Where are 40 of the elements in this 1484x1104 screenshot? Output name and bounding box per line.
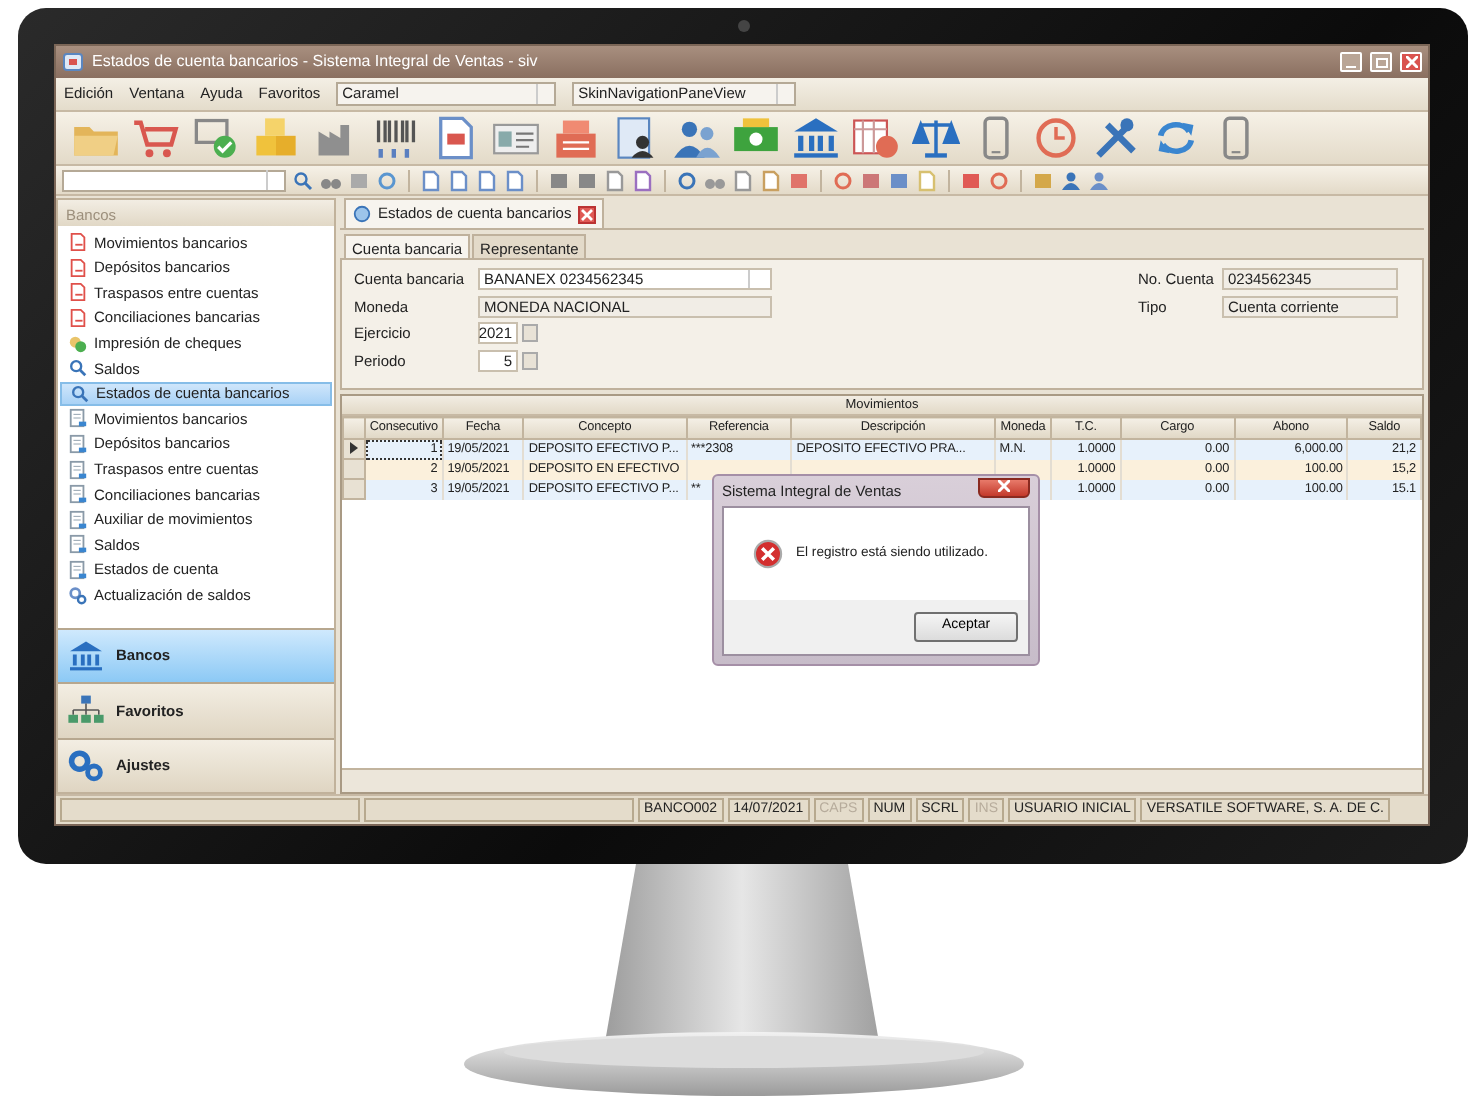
hierarchy-icon bbox=[68, 694, 104, 727]
row-pointer-icon bbox=[350, 441, 359, 454]
report-icon bbox=[68, 408, 88, 429]
report-icon bbox=[68, 509, 88, 530]
user-key-icon[interactable] bbox=[1088, 169, 1110, 191]
document-icon bbox=[68, 282, 88, 303]
maximize-button[interactable] bbox=[1370, 52, 1392, 72]
document-icon bbox=[68, 257, 88, 278]
calendar-clock-icon[interactable] bbox=[852, 116, 900, 160]
people-icon[interactable] bbox=[672, 116, 720, 160]
report-icon bbox=[68, 534, 88, 555]
bank-icon bbox=[68, 639, 104, 672]
scales-icon[interactable] bbox=[912, 116, 960, 160]
globe-icon bbox=[352, 204, 372, 224]
app-icon bbox=[62, 52, 84, 72]
report-icon bbox=[68, 560, 88, 581]
tools-icon[interactable] bbox=[1092, 116, 1140, 160]
search-icon bbox=[68, 358, 88, 379]
window-title: Estados de cuenta bancarios - Sistema Integral de Ventas - siv bbox=[92, 50, 540, 74]
search-icon bbox=[70, 383, 90, 404]
report-icon bbox=[68, 484, 88, 505]
report-icon bbox=[68, 459, 88, 480]
minimize-button[interactable] bbox=[1340, 52, 1362, 72]
search-combo-box[interactable] bbox=[62, 169, 286, 191]
user-icon[interactable] bbox=[1060, 169, 1082, 191]
coins-icon bbox=[68, 333, 88, 354]
cash-register-icon[interactable] bbox=[552, 116, 600, 160]
row-indicator[interactable] bbox=[343, 439, 366, 460]
bank-icon[interactable] bbox=[792, 116, 840, 160]
cart-icon[interactable] bbox=[132, 116, 180, 160]
report-icon bbox=[68, 434, 88, 455]
barcode-icon[interactable] bbox=[372, 116, 420, 160]
boxes-icon[interactable] bbox=[252, 116, 300, 160]
camera-dot bbox=[738, 20, 750, 32]
search-icon[interactable] bbox=[292, 169, 314, 191]
document-icon bbox=[68, 232, 88, 253]
error-icon bbox=[752, 538, 784, 570]
document-icon bbox=[68, 308, 88, 329]
close-button[interactable] bbox=[978, 477, 1030, 497]
monitor-check-icon[interactable] bbox=[192, 116, 240, 160]
